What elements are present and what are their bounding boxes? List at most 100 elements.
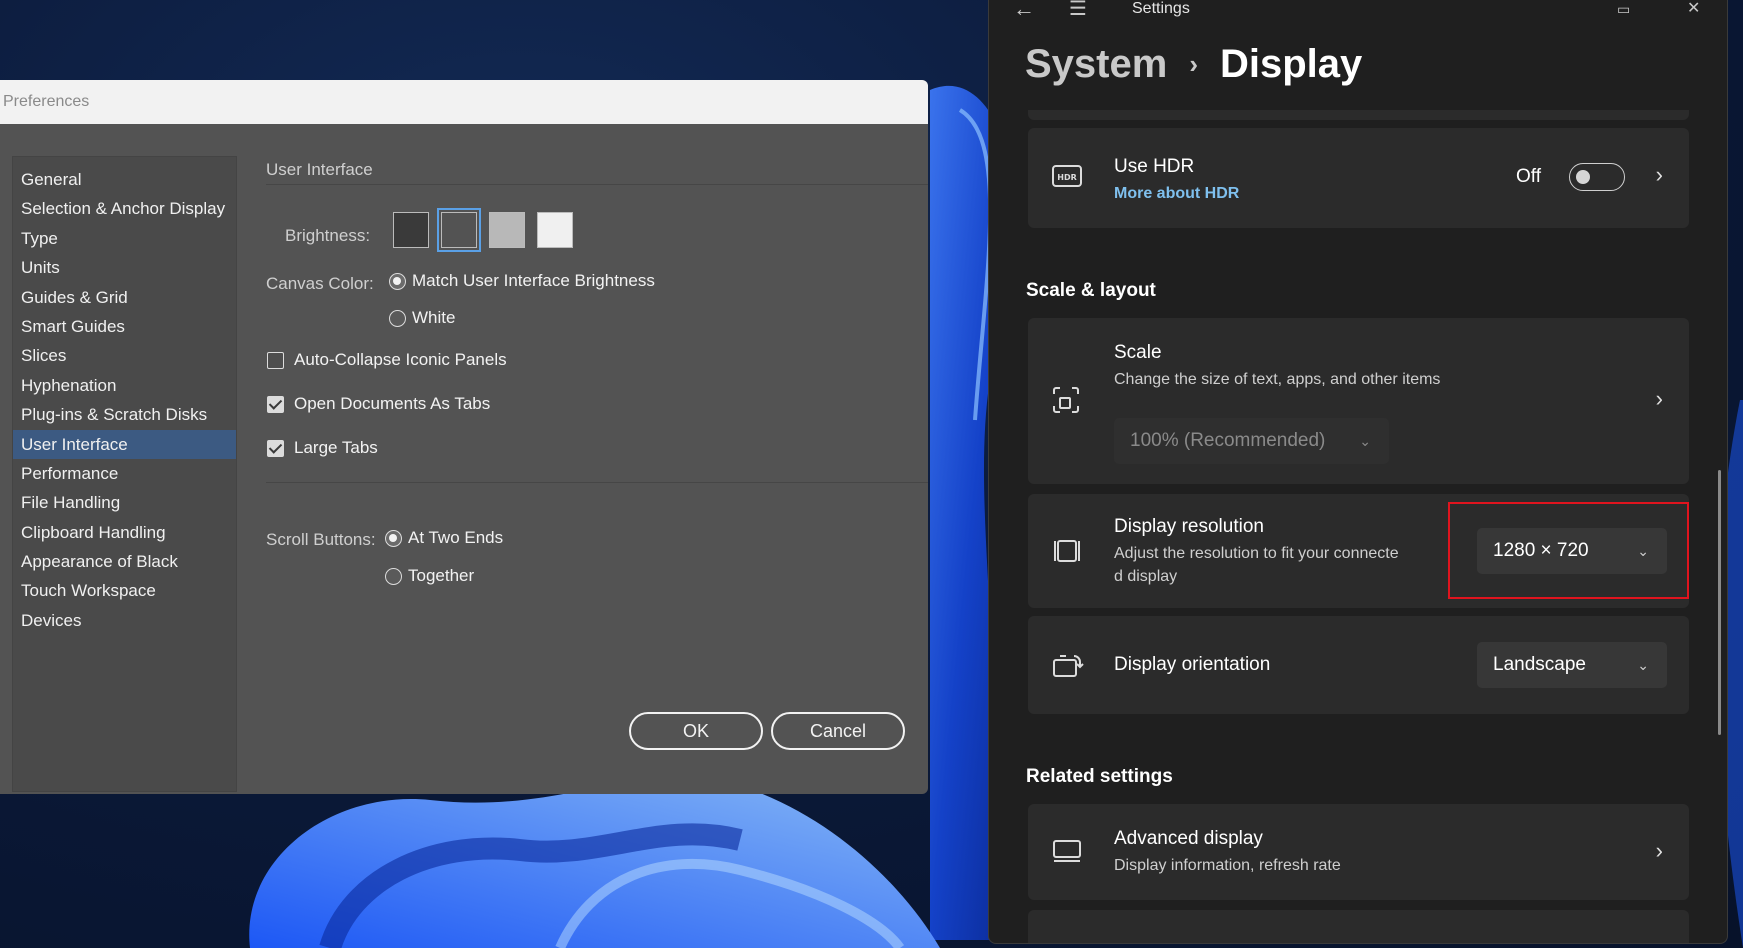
orientation-dropdown[interactable]: Landscape ⌄ <box>1477 642 1667 688</box>
scale-title: Scale <box>1114 342 1162 363</box>
checkbox-auto-collapse[interactable]: Auto-Collapse Iconic Panels <box>267 350 507 370</box>
orientation-dropdown-value: Landscape <box>1493 654 1586 675</box>
preferences-title: Preferences <box>0 80 928 124</box>
brightness-swatch-medium-dark[interactable] <box>437 208 481 252</box>
checkbox-checked-icon[interactable] <box>267 395 284 413</box>
checkbox-auto-collapse-label: Auto-Collapse Iconic Panels <box>294 350 507 369</box>
checkbox-open-documents-label: Open Documents As Tabs <box>294 394 491 413</box>
scale-card[interactable]: Scale Change the size of text, apps, and… <box>1028 318 1689 484</box>
section-divider <box>266 482 928 483</box>
nav-item-smart-guides[interactable]: Smart Guides <box>13 312 236 341</box>
brightness-swatch-lightest[interactable] <box>537 212 573 248</box>
display-orientation-card: Display orientation Landscape ⌄ <box>1028 616 1689 714</box>
svg-text:HDR: HDR <box>1057 173 1077 182</box>
radio-selected-icon[interactable] <box>385 529 402 547</box>
cancel-button[interactable]: Cancel <box>771 712 905 750</box>
scale-layout-heading: Scale & layout <box>1026 280 1156 301</box>
hdr-state-label: Off <box>1516 166 1541 187</box>
nav-item-appearance-of-black[interactable]: Appearance of Black <box>13 547 236 576</box>
scale-dropdown-value: 100% (Recommended) <box>1130 430 1326 451</box>
checkbox-large-tabs-label: Large Tabs <box>294 438 378 457</box>
radio-unselected-icon[interactable] <box>385 567 402 585</box>
nav-item-guides-grid[interactable]: Guides & Grid <box>13 283 236 312</box>
back-arrow-icon[interactable]: ← <box>1013 0 1035 20</box>
canvas-option-white[interactable]: White <box>389 308 455 328</box>
preferences-nav-list: General Selection & Anchor Display Type … <box>12 156 237 792</box>
nav-item-type[interactable]: Type <box>13 224 236 253</box>
nav-item-file-handling[interactable]: File Handling <box>13 488 236 517</box>
scroll-option-together-label: Together <box>408 566 475 585</box>
display-resolution-subtitle-1: Adjust the resolution to fit your connec… <box>1114 545 1399 562</box>
nav-item-slices[interactable]: Slices <box>13 341 236 370</box>
chevron-right-icon[interactable]: › <box>1656 838 1663 864</box>
brightness-swatch-darkest[interactable] <box>393 212 429 248</box>
hdr-card[interactable]: HDR Use HDR More about HDR Off › <box>1028 128 1689 228</box>
nav-item-touch-workspace[interactable]: Touch Workspace <box>13 576 236 605</box>
canvas-option-match[interactable]: Match User Interface Brightness <box>389 271 655 291</box>
advanced-display-subtitle: Display information, refresh rate <box>1114 857 1341 874</box>
nav-item-selection-anchor-display[interactable]: Selection & Anchor Display <box>13 194 236 223</box>
canvas-option-white-label: White <box>412 308 456 327</box>
chevron-right-icon[interactable]: › <box>1656 162 1663 188</box>
advanced-display-title: Advanced display <box>1114 828 1263 849</box>
hdr-title: Use HDR <box>1114 156 1195 177</box>
canvas-option-match-label: Match User Interface Brightness <box>412 271 655 290</box>
breadcrumb-system[interactable]: System <box>1025 42 1167 87</box>
hdr-toggle[interactable] <box>1569 163 1625 191</box>
nav-item-performance[interactable]: Performance <box>13 459 236 488</box>
monitor-icon <box>1052 838 1082 869</box>
menu-icon[interactable]: ☰ <box>1069 0 1087 19</box>
checkbox-large-tabs[interactable]: Large Tabs <box>267 438 378 458</box>
scrollbar[interactable] <box>1718 470 1721 735</box>
brightness-label: Brightness: <box>285 226 371 245</box>
scroll-option-two-ends[interactable]: At Two Ends <box>385 528 503 548</box>
nav-item-user-interface[interactable]: User Interface <box>13 429 236 459</box>
hdr-icon: HDR <box>1052 164 1082 193</box>
scale-dropdown[interactable]: 100% (Recommended) ⌄ <box>1114 418 1389 464</box>
scroll-option-two-ends-label: At Two Ends <box>408 528 504 547</box>
preferences-dialog: Preferences General Selection & Anchor D… <box>0 80 928 794</box>
settings-titlebar: ← ☰ Settings ▭ ✕ <box>989 0 1727 30</box>
section-title-user-interface: User Interface <box>266 160 373 179</box>
more-about-hdr-link[interactable]: More about HDR <box>1114 182 1239 205</box>
nav-item-clipboard-handling[interactable]: Clipboard Handling <box>13 518 236 547</box>
highlight-box <box>1448 502 1689 599</box>
nav-item-general[interactable]: General <box>13 165 236 194</box>
section-divider <box>266 184 928 185</box>
checkbox-unchecked-icon[interactable] <box>267 351 284 369</box>
radio-selected-icon[interactable] <box>389 272 406 290</box>
settings-window-title: Settings <box>1132 0 1190 17</box>
canvas-color-label: Canvas Color: <box>266 274 374 293</box>
next-card-partial[interactable] <box>1028 910 1689 943</box>
checkbox-open-documents-as-tabs[interactable]: Open Documents As Tabs <box>267 394 490 414</box>
breadcrumb-separator-icon: › <box>1189 49 1198 79</box>
nav-item-units[interactable]: Units <box>13 253 236 282</box>
brightness-swatch-medium-light[interactable] <box>489 212 525 248</box>
scale-subtitle: Change the size of text, apps, and other… <box>1114 371 1441 388</box>
chevron-down-icon: ⌄ <box>1359 432 1371 449</box>
scale-icon <box>1052 386 1080 419</box>
scroll-buttons-label: Scroll Buttons: <box>266 530 376 549</box>
scroll-option-together[interactable]: Together <box>385 566 474 586</box>
checkbox-checked-icon[interactable] <box>267 439 284 457</box>
nav-item-devices[interactable]: Devices <box>13 606 236 635</box>
chevron-right-icon[interactable]: › <box>1656 386 1663 412</box>
display-resolution-subtitle-2: d display <box>1114 568 1178 585</box>
close-icon[interactable]: ✕ <box>1687 0 1700 18</box>
resolution-icon <box>1052 538 1082 569</box>
display-orientation-title: Display orientation <box>1114 654 1271 675</box>
ok-button[interactable]: OK <box>629 712 763 750</box>
nav-item-plugins-scratch-disks[interactable]: Plug-ins & Scratch Disks <box>13 400 236 429</box>
orientation-icon <box>1052 652 1084 683</box>
radio-unselected-icon[interactable] <box>389 309 406 327</box>
previous-card-edge <box>1028 110 1689 120</box>
display-resolution-title: Display resolution <box>1114 516 1264 537</box>
chevron-down-icon: ⌄ <box>1637 656 1649 673</box>
maximize-icon[interactable]: ▭ <box>1617 0 1630 18</box>
advanced-display-card[interactable]: Advanced display Display information, re… <box>1028 804 1689 900</box>
breadcrumb: System › Display <box>1025 42 1362 87</box>
settings-window: ← ☰ Settings ▭ ✕ System › Display HDR Us… <box>988 0 1728 944</box>
related-settings-heading: Related settings <box>1026 766 1173 787</box>
nav-item-hyphenation[interactable]: Hyphenation <box>13 371 236 400</box>
breadcrumb-display: Display <box>1219 42 1363 86</box>
